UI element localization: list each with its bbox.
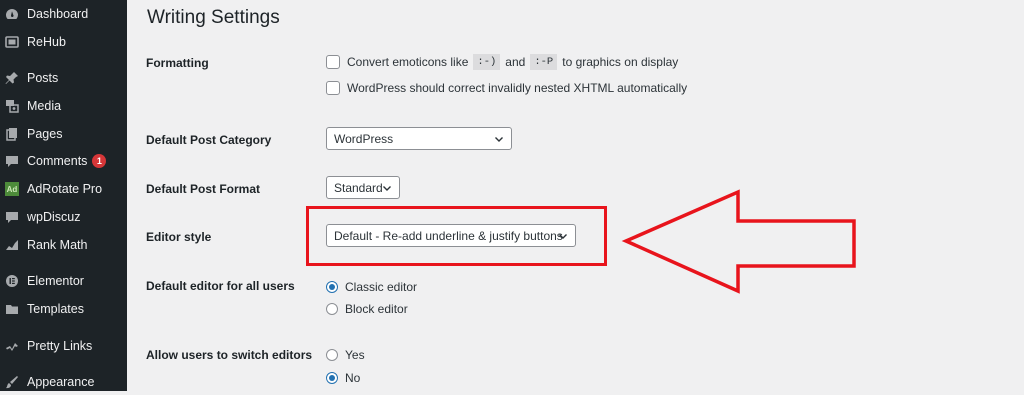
- select-value: WordPress: [334, 131, 394, 146]
- adrotate-icon: Ad: [5, 182, 19, 196]
- sidebar-item-posts[interactable]: Posts: [0, 65, 127, 91]
- sidebar-item-rehub[interactable]: ReHub: [0, 29, 127, 55]
- sidebar-item-label: AdRotate Pro: [27, 182, 103, 196]
- block-editor-radio[interactable]: [326, 303, 338, 315]
- sidebar-item-label: Appearance: [27, 375, 95, 389]
- allow-switch-no-option[interactable]: No: [326, 371, 360, 385]
- allow-switch-yes-option[interactable]: Yes: [326, 348, 365, 362]
- pin-icon: [5, 71, 19, 85]
- sidebar-item-adrotate[interactable]: Ad AdRotate Pro: [0, 176, 127, 202]
- chart-icon: [5, 238, 19, 252]
- star-link-icon: [5, 339, 19, 353]
- emoticon-code: :-): [473, 54, 501, 70]
- sidebar-item-label: Pretty Links: [27, 339, 93, 353]
- sidebar-item-appearance[interactable]: Appearance: [0, 369, 127, 395]
- pages-icon: [5, 127, 19, 141]
- editor-style-label: Editor style: [146, 230, 212, 244]
- default-post-category-select[interactable]: WordPress: [326, 127, 512, 150]
- sidebar-item-pages[interactable]: Pages: [0, 121, 127, 147]
- rehub-icon: [5, 35, 19, 49]
- page-title: Writing Settings: [147, 7, 280, 28]
- sidebar-item-label: Templates: [27, 302, 84, 316]
- comment-icon: [5, 210, 19, 224]
- default-post-format-label: Default Post Format: [146, 182, 261, 196]
- default-post-category-label: Default Post Category: [146, 133, 272, 147]
- sidebar-item-media[interactable]: Media: [0, 93, 127, 119]
- sidebar-item-label: wpDiscuz: [27, 210, 81, 224]
- correct-xhtml-checkbox[interactable]: [326, 81, 340, 95]
- emoticon-code: :-P: [530, 54, 558, 70]
- radio-label: Classic editor: [345, 280, 418, 294]
- sidebar-item-elementor[interactable]: Elementor: [0, 268, 127, 294]
- emoticons-text: Convert emoticons like: [347, 55, 469, 69]
- emoticons-suffix-text: to graphics on display: [562, 55, 679, 69]
- sidebar-item-templates[interactable]: Templates: [0, 296, 127, 322]
- default-editor-label: Default editor for all users: [146, 279, 295, 293]
- sidebar-item-dashboard[interactable]: Dashboard: [0, 1, 127, 27]
- correct-xhtml-option[interactable]: WordPress should correct invalidly neste…: [326, 81, 687, 95]
- adrotate-icon-wrap: Ad: [5, 182, 19, 196]
- default-post-format-select[interactable]: Standard: [326, 176, 400, 199]
- sidebar-item-label: Pages: [27, 127, 63, 141]
- sidebar-item-rank-math[interactable]: Rank Math: [0, 232, 127, 258]
- sidebar-item-label: Posts: [27, 71, 59, 85]
- sidebar-item-comments[interactable]: Comments 1: [0, 148, 127, 174]
- block-editor-option[interactable]: Block editor: [326, 302, 408, 316]
- sidebar-item-label: Comments: [27, 154, 88, 168]
- sidebar-item-label: ReHub: [27, 35, 66, 49]
- comment-count-badge: 1: [92, 154, 107, 168]
- sidebar-item-label: Dashboard: [27, 7, 89, 21]
- sidebar-item-label: Elementor: [27, 274, 84, 288]
- dashboard-icon: [5, 7, 19, 21]
- radio-label: Block editor: [345, 302, 408, 316]
- sidebar-item-wpdiscuz[interactable]: wpDiscuz: [0, 204, 127, 230]
- xhtml-text: WordPress should correct invalidly neste…: [347, 81, 688, 95]
- convert-emoticons-option[interactable]: Convert emoticons like :-) and :-P to gr…: [326, 54, 678, 70]
- radio-label: No: [345, 371, 361, 385]
- brush-icon: [5, 375, 19, 389]
- allow-switch-yes-radio[interactable]: [326, 349, 338, 361]
- classic-editor-radio[interactable]: [326, 281, 338, 293]
- admin-sidebar: Dashboard ReHub Posts Media Pages Commen…: [0, 0, 127, 391]
- annotation-arrow-icon: [621, 189, 856, 294]
- allow-switch-label: Allow users to switch editors: [146, 348, 313, 362]
- elementor-icon: [5, 274, 19, 288]
- classic-editor-option[interactable]: Classic editor: [326, 280, 417, 294]
- media-icon: [5, 99, 19, 113]
- folder-icon: [5, 302, 19, 316]
- sidebar-item-label: Media: [27, 99, 62, 113]
- chevron-down-icon: [382, 183, 392, 193]
- annotation-highlight-box: [306, 206, 607, 266]
- radio-label: Yes: [345, 348, 365, 362]
- convert-emoticons-checkbox[interactable]: [326, 55, 340, 69]
- sidebar-item-label: Rank Math: [27, 238, 88, 252]
- comment-icon: [5, 154, 19, 168]
- allow-switch-no-radio[interactable]: [326, 372, 338, 384]
- select-value: Standard: [334, 180, 383, 195]
- sidebar-item-pretty-links[interactable]: Pretty Links: [0, 333, 127, 359]
- and-text: and: [505, 55, 526, 69]
- chevron-down-icon: [494, 134, 504, 144]
- formatting-label: Formatting: [146, 56, 209, 70]
